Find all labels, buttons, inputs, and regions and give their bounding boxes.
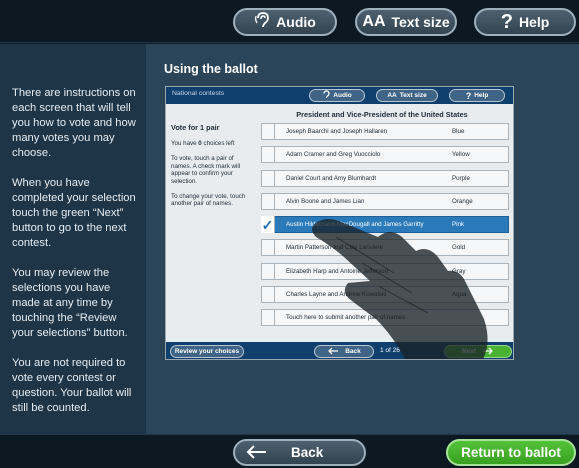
candidate-row: Alvin Boone and James Lian Orange (261, 192, 509, 210)
candidate-party: Orange (452, 197, 473, 205)
candidate-checkbox (261, 169, 275, 187)
ballot-top-bar: National contests Audio AA Text size ? H… (166, 87, 513, 104)
review-choices-button: Review your choices (170, 345, 244, 358)
candidate-row: Elizabeth Harp and Antoine Jefferson Gra… (261, 262, 509, 280)
instruction-paragraph: You may review the selections you have m… (12, 267, 128, 339)
candidate-checkbox (261, 286, 275, 304)
candidate-checkbox (261, 239, 275, 257)
ear-icon (322, 90, 330, 101)
candidate-row: Charles Layne and Andrew Kowalski Aqua (261, 286, 509, 304)
contest-instructions: Vote for 1 pair You have 0 choices left … (171, 123, 253, 216)
main-panel: Using the ballot National contests Audio… (146, 44, 579, 434)
contest-heading: President and Vice-President of the Unit… (296, 110, 468, 119)
candidate-party: Pink (452, 221, 465, 229)
how-to-change-text: To change your vote, touch another pair … (171, 193, 246, 208)
candidate-checkbox (261, 192, 275, 210)
candidate-names: Adam Cramer and Greg Vuocciolo (286, 151, 381, 159)
ballot-next-label: Next (461, 348, 477, 355)
ballot-text-size-label: Text size (399, 92, 427, 99)
instruction-paragraph: You are not required to vote every conte… (12, 357, 132, 414)
candidate-row: Daniel Court and Amy Blumhardt Purple (261, 169, 509, 187)
choices-left-prefix: You have (171, 140, 199, 147)
candidate-party: Aqua (452, 291, 467, 299)
candidate-names: Elizabeth Harp and Antoine Jefferson (286, 267, 389, 275)
candidate-names: Alvin Boone and James Lian (286, 197, 365, 205)
candidate-party: Purple (452, 174, 470, 182)
question-mark-icon: ? (465, 90, 472, 101)
page-indicator: 1 of 26 (380, 347, 400, 354)
candidate-names: Charles Layne and Andrew Kowalski (286, 291, 387, 299)
audio-label: Audio (276, 14, 316, 30)
ballot-text-size-button: AA Text size (376, 89, 438, 102)
review-choices-label: Review your choices (174, 348, 240, 355)
ballot-screen-illustration: National contests Audio AA Text size ? H… (165, 86, 514, 360)
ballot-help-button: ? Help (449, 89, 505, 102)
page-title: Using the ballot (164, 62, 258, 76)
candidate-checkbox (261, 262, 275, 280)
top-toolbar: Audio AA Text size ? Help (0, 0, 579, 43)
candidate-party: Gold (452, 244, 466, 252)
help-label: Help (518, 14, 550, 30)
back-arrow-icon (245, 442, 267, 464)
audio-button[interactable]: Audio (233, 8, 337, 36)
candidate-checkbox (261, 309, 275, 327)
candidate-party: Blue (452, 128, 465, 135)
instruction-paragraph: When you have completed your selection t… (12, 177, 136, 249)
return-to-ballot-button[interactable]: Return to ballot (446, 439, 576, 466)
back-arrow-icon (327, 347, 339, 357)
check-mark-icon: ✓ (261, 216, 274, 233)
candidate-checkbox-checked: ✓ (261, 216, 275, 234)
candidate-names: Austin Hildebrand-MacDougall and James G… (286, 221, 424, 229)
candidate-row: Joseph Baarchi and Joseph Hallaren Blue (261, 123, 509, 140)
write-in-label: Touch here to submit another pair of nam… (286, 314, 406, 322)
ballot-back-label: Back (345, 348, 361, 355)
forward-arrow-icon (482, 347, 494, 357)
ballot-audio-button: Audio (309, 89, 365, 102)
candidate-row-selected: ✓ Austin Hildebrand-MacDougall and James… (261, 216, 509, 234)
instructions-sidebar: There are instructions on each screen th… (0, 44, 146, 434)
contest-category: National contests (172, 90, 225, 97)
ballot-audio-label: Audio (333, 92, 352, 99)
choices-left: You have 0 choices left (171, 140, 253, 147)
bottom-navigation: Back Return to ballot (0, 434, 579, 468)
candidate-names: Martin Patterson and Clay Lariviere (286, 244, 383, 252)
ballot-help-label: Help (474, 92, 489, 99)
ballot-next-button: Next (444, 345, 512, 358)
question-mark-icon: ? (500, 10, 513, 33)
text-size-icon: AA (387, 92, 397, 99)
text-size-icon: AA (362, 13, 386, 30)
text-size-label: Text size (391, 14, 450, 30)
candidate-party: Gray (452, 267, 466, 275)
back-label: Back (291, 445, 324, 460)
candidate-list: Joseph Baarchi and Joseph Hallaren Blue … (261, 123, 509, 333)
return-to-ballot-label: Return to ballot (461, 445, 561, 460)
candidate-names: Joseph Baarchi and Joseph Hallaren (286, 128, 388, 135)
candidate-checkbox (261, 123, 275, 140)
candidate-row: Martin Patterson and Clay Lariviere Gold (261, 239, 509, 257)
candidate-party: Yellow (452, 151, 470, 159)
text-size-button[interactable]: AA Text size (355, 8, 457, 36)
choices-left-suffix: choices left (201, 140, 235, 147)
candidate-row: Adam Cramer and Greg Vuocciolo Yellow (261, 146, 509, 164)
ballot-bottom-bar: Review your choices Back 1 of 26 Next (166, 342, 513, 359)
instruction-paragraph: There are instructions on each screen th… (12, 87, 136, 159)
candidate-names: Daniel Court and Amy Blumhardt (286, 174, 377, 182)
candidate-checkbox (261, 146, 275, 164)
vote-for-label: Vote for 1 pair (171, 123, 220, 132)
ballot-back-button: Back (314, 345, 374, 358)
back-button[interactable]: Back (233, 439, 366, 466)
write-in-row: Touch here to submit another pair of nam… (261, 309, 509, 327)
how-to-vote-text: To vote, touch a pair of names. A check … (171, 155, 241, 185)
help-button[interactable]: ? Help (474, 8, 576, 36)
ear-icon (254, 11, 270, 34)
